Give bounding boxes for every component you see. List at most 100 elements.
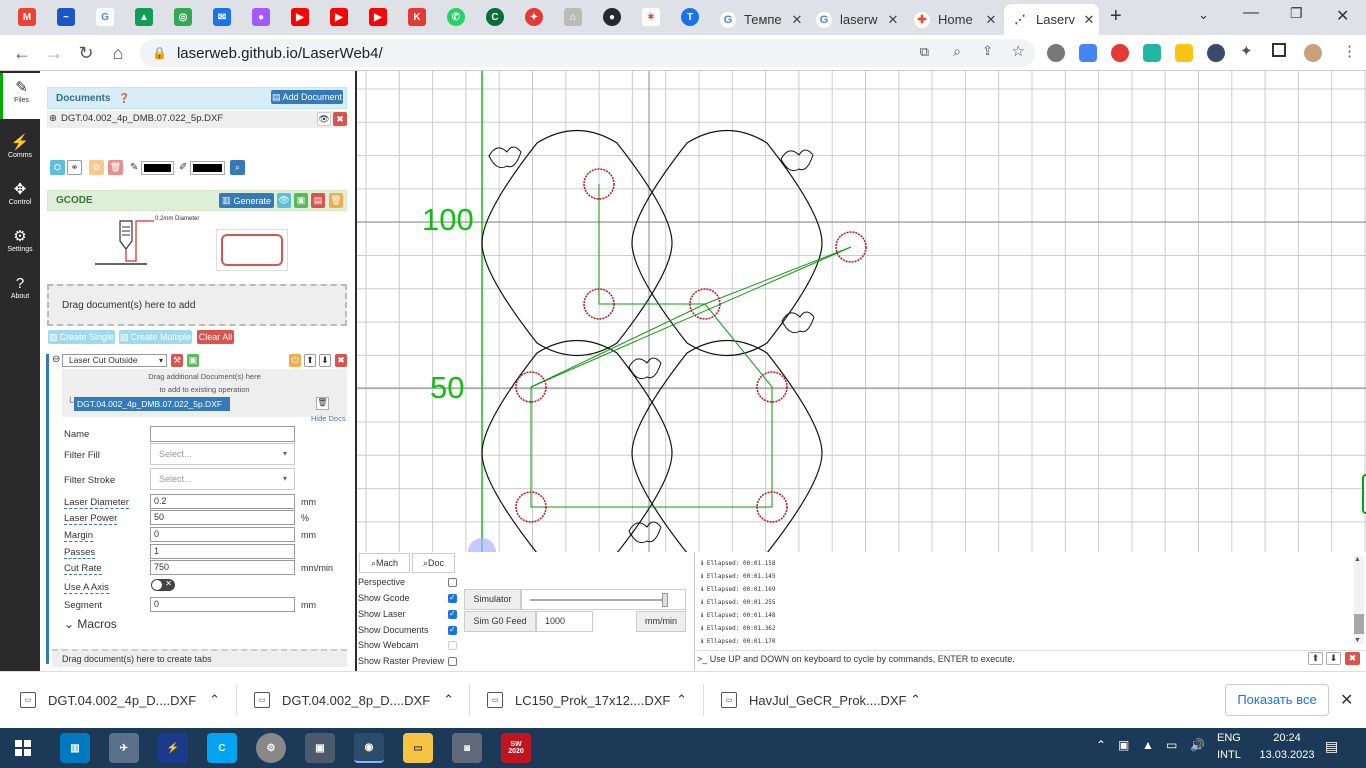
drive-icon[interactable]: ▲: [1142, 738, 1154, 752]
trash-icon[interactable]: 🗑: [108, 160, 123, 175]
close-icon[interactable]: ✕: [1340, 690, 1353, 710]
perspective-checkbox[interactable]: [448, 578, 457, 587]
download-item[interactable]: ▭ DGT.04.002_8p_D....DXF ⌃: [254, 682, 466, 718]
macros-toggle[interactable]: ⌄ Macros: [64, 617, 347, 637]
stroke-color-picker[interactable]: [141, 161, 174, 175]
operation-type-select[interactable]: Laser Cut Outside ▾: [62, 354, 167, 367]
console-scrollbar[interactable]: ▲ ▼: [1354, 556, 1364, 644]
translate-extension-icon[interactable]: [1079, 44, 1097, 62]
translate-icon[interactable]: ⧉: [920, 44, 929, 60]
filter-stroke-select[interactable]: Select... ▾: [150, 468, 295, 490]
settings-app-icon[interactable]: ⚙: [256, 733, 286, 763]
tab-search-icon[interactable]: ⌄: [1198, 7, 1209, 23]
app-icon[interactable]: ✈: [109, 733, 139, 763]
youtube-icon[interactable]: ▶: [291, 8, 309, 26]
save-gcode-button[interactable]: ▣: [294, 193, 308, 208]
expand-icon[interactable]: ⊕: [49, 111, 57, 127]
restore-icon[interactable]: ❐: [1290, 5, 1303, 22]
clear-gcode-button[interactable]: 🗑: [329, 193, 343, 208]
trello-icon[interactable]: ▥: [60, 733, 90, 763]
avatar[interactable]: [1304, 44, 1322, 62]
nav-comms[interactable]: ⚡ Comms: [0, 128, 40, 174]
share-icon[interactable]: ⇪: [982, 43, 993, 59]
segment-input[interactable]: 0: [150, 597, 295, 612]
move-up-icon[interactable]: ⬆: [304, 354, 316, 367]
notifications-icon[interactable]: ▤: [1325, 738, 1338, 755]
show-documents-checkbox[interactable]: [448, 625, 457, 635]
star-icon[interactable]: ☆: [1012, 42, 1025, 60]
youtube-icon[interactable]: ▶: [369, 8, 387, 26]
close-icon[interactable]: ✕: [787, 12, 807, 28]
copy-icon[interactable]: ⧉: [89, 160, 104, 175]
tab-4-active[interactable]: ⋰ Laserv ✕: [1004, 4, 1099, 35]
cart-icon[interactable]: ⌂: [564, 8, 582, 26]
drive-icon[interactable]: ▲: [135, 8, 153, 26]
gmail-icon[interactable]: M: [18, 8, 36, 26]
link-icon[interactable]: ⚭: [67, 160, 82, 175]
console-input[interactable]: >_ Use UP and DOWN on keyboard to cycle …: [695, 650, 1366, 668]
chevron-up-icon[interactable]: ⌃: [209, 692, 220, 708]
app-icon[interactable]: C: [207, 733, 237, 763]
close-icon[interactable]: ✕: [883, 12, 903, 28]
remove-document-button[interactable]: ✖: [333, 112, 347, 126]
nav-settings[interactable]: ⚙ Settings: [0, 222, 40, 268]
nav-files[interactable]: ✎ Files: [0, 73, 40, 119]
monitor-icon[interactable]: ▭: [1166, 738, 1177, 752]
omnibox[interactable]: 🔒 laserweb.github.io/LaserWeb4/ ⧉ ⌕ ⇪ ☆: [140, 39, 1035, 67]
download-item[interactable]: ▭ DGT.04.002_4p_D....DXF ⌃: [20, 682, 232, 718]
sim-g0-feed-input[interactable]: 1000: [536, 611, 593, 632]
remove-operation-button[interactable]: ✖: [335, 354, 347, 367]
chevron-up-icon[interactable]: ⌃: [443, 692, 454, 708]
keyboard-layout-indicator[interactable]: INTL: [1217, 749, 1241, 761]
whatsapp-icon[interactable]: ✆: [447, 8, 465, 26]
clear-console-button[interactable]: ✖: [1345, 652, 1360, 665]
bookmark-icon[interactable]: ~: [57, 8, 75, 26]
download-item[interactable]: ▭ LC150_Prok_17x12....DXF ⌃: [487, 682, 699, 718]
hide-docs-link[interactable]: Hide Docs: [311, 414, 346, 423]
sidepanel-icon[interactable]: [1272, 43, 1286, 57]
back-icon[interactable]: ←: [10, 41, 34, 65]
download-item[interactable]: ▭ HavJul_GeCR_Prok....DXF ⌃: [721, 682, 933, 718]
simulator-slider[interactable]: [521, 589, 686, 610]
side-handle[interactable]: [1362, 474, 1366, 514]
figma-icon[interactable]: ●: [252, 8, 270, 26]
network-icon[interactable]: ▣: [1118, 738, 1129, 752]
show-webcam-checkbox[interactable]: [448, 641, 457, 650]
youtube-icon[interactable]: ▶: [330, 8, 348, 26]
mail-icon[interactable]: ✉: [213, 8, 231, 26]
generate-button[interactable]: ▥ Generate: [219, 193, 274, 208]
extension-icon[interactable]: [1143, 44, 1161, 62]
close-icon[interactable]: ✕: [1079, 12, 1099, 28]
chevron-up-icon[interactable]: ⌃: [910, 692, 921, 708]
app-icon[interactable]: ⚡: [158, 733, 188, 763]
save-icon[interactable]: ▣: [187, 354, 199, 367]
app-icon[interactable]: ✶: [642, 8, 660, 26]
show-gcode-checkbox[interactable]: [448, 593, 457, 603]
puzzle-icon[interactable]: ✦: [1240, 42, 1253, 60]
workspace-canvas[interactable]: 100 50: [357, 71, 1366, 552]
chrome-icon[interactable]: ◉: [354, 733, 384, 763]
clear-all-button[interactable]: Clear All: [197, 330, 234, 344]
group-icon[interactable]: ⛭: [50, 160, 65, 175]
app-icon[interactable]: ✦: [525, 8, 543, 26]
explorer-icon[interactable]: ▭: [403, 733, 433, 763]
document-drop-zone[interactable]: Drag document(s) here to add: [47, 284, 347, 326]
add-document-button[interactable]: ▤ Add Document: [271, 90, 343, 104]
create-single-button[interactable]: ▧ Create Single: [48, 330, 115, 344]
search-icon[interactable]: ⌕: [230, 160, 245, 175]
scroll-down-icon[interactable]: ▼: [1354, 637, 1361, 644]
margin-input[interactable]: 0: [150, 527, 295, 542]
name-input[interactable]: [150, 426, 295, 442]
language-indicator[interactable]: ENG: [1217, 732, 1241, 744]
show-raster-preview-checkbox[interactable]: [448, 657, 457, 666]
fill-color-picker[interactable]: [190, 161, 225, 175]
history-down-icon[interactable]: ⬇: [1326, 652, 1341, 665]
show-laser-checkbox[interactable]: [448, 609, 457, 619]
new-tab-icon[interactable]: +: [1110, 5, 1122, 28]
app-icon[interactable]: ▣: [305, 733, 335, 763]
k-icon[interactable]: K: [408, 8, 426, 26]
help-icon[interactable]: ❓: [118, 93, 129, 104]
nav-control[interactable]: ✥ Control: [0, 175, 40, 221]
minimize-icon[interactable]: —: [1243, 4, 1259, 22]
reload-icon[interactable]: ↻: [74, 41, 98, 65]
